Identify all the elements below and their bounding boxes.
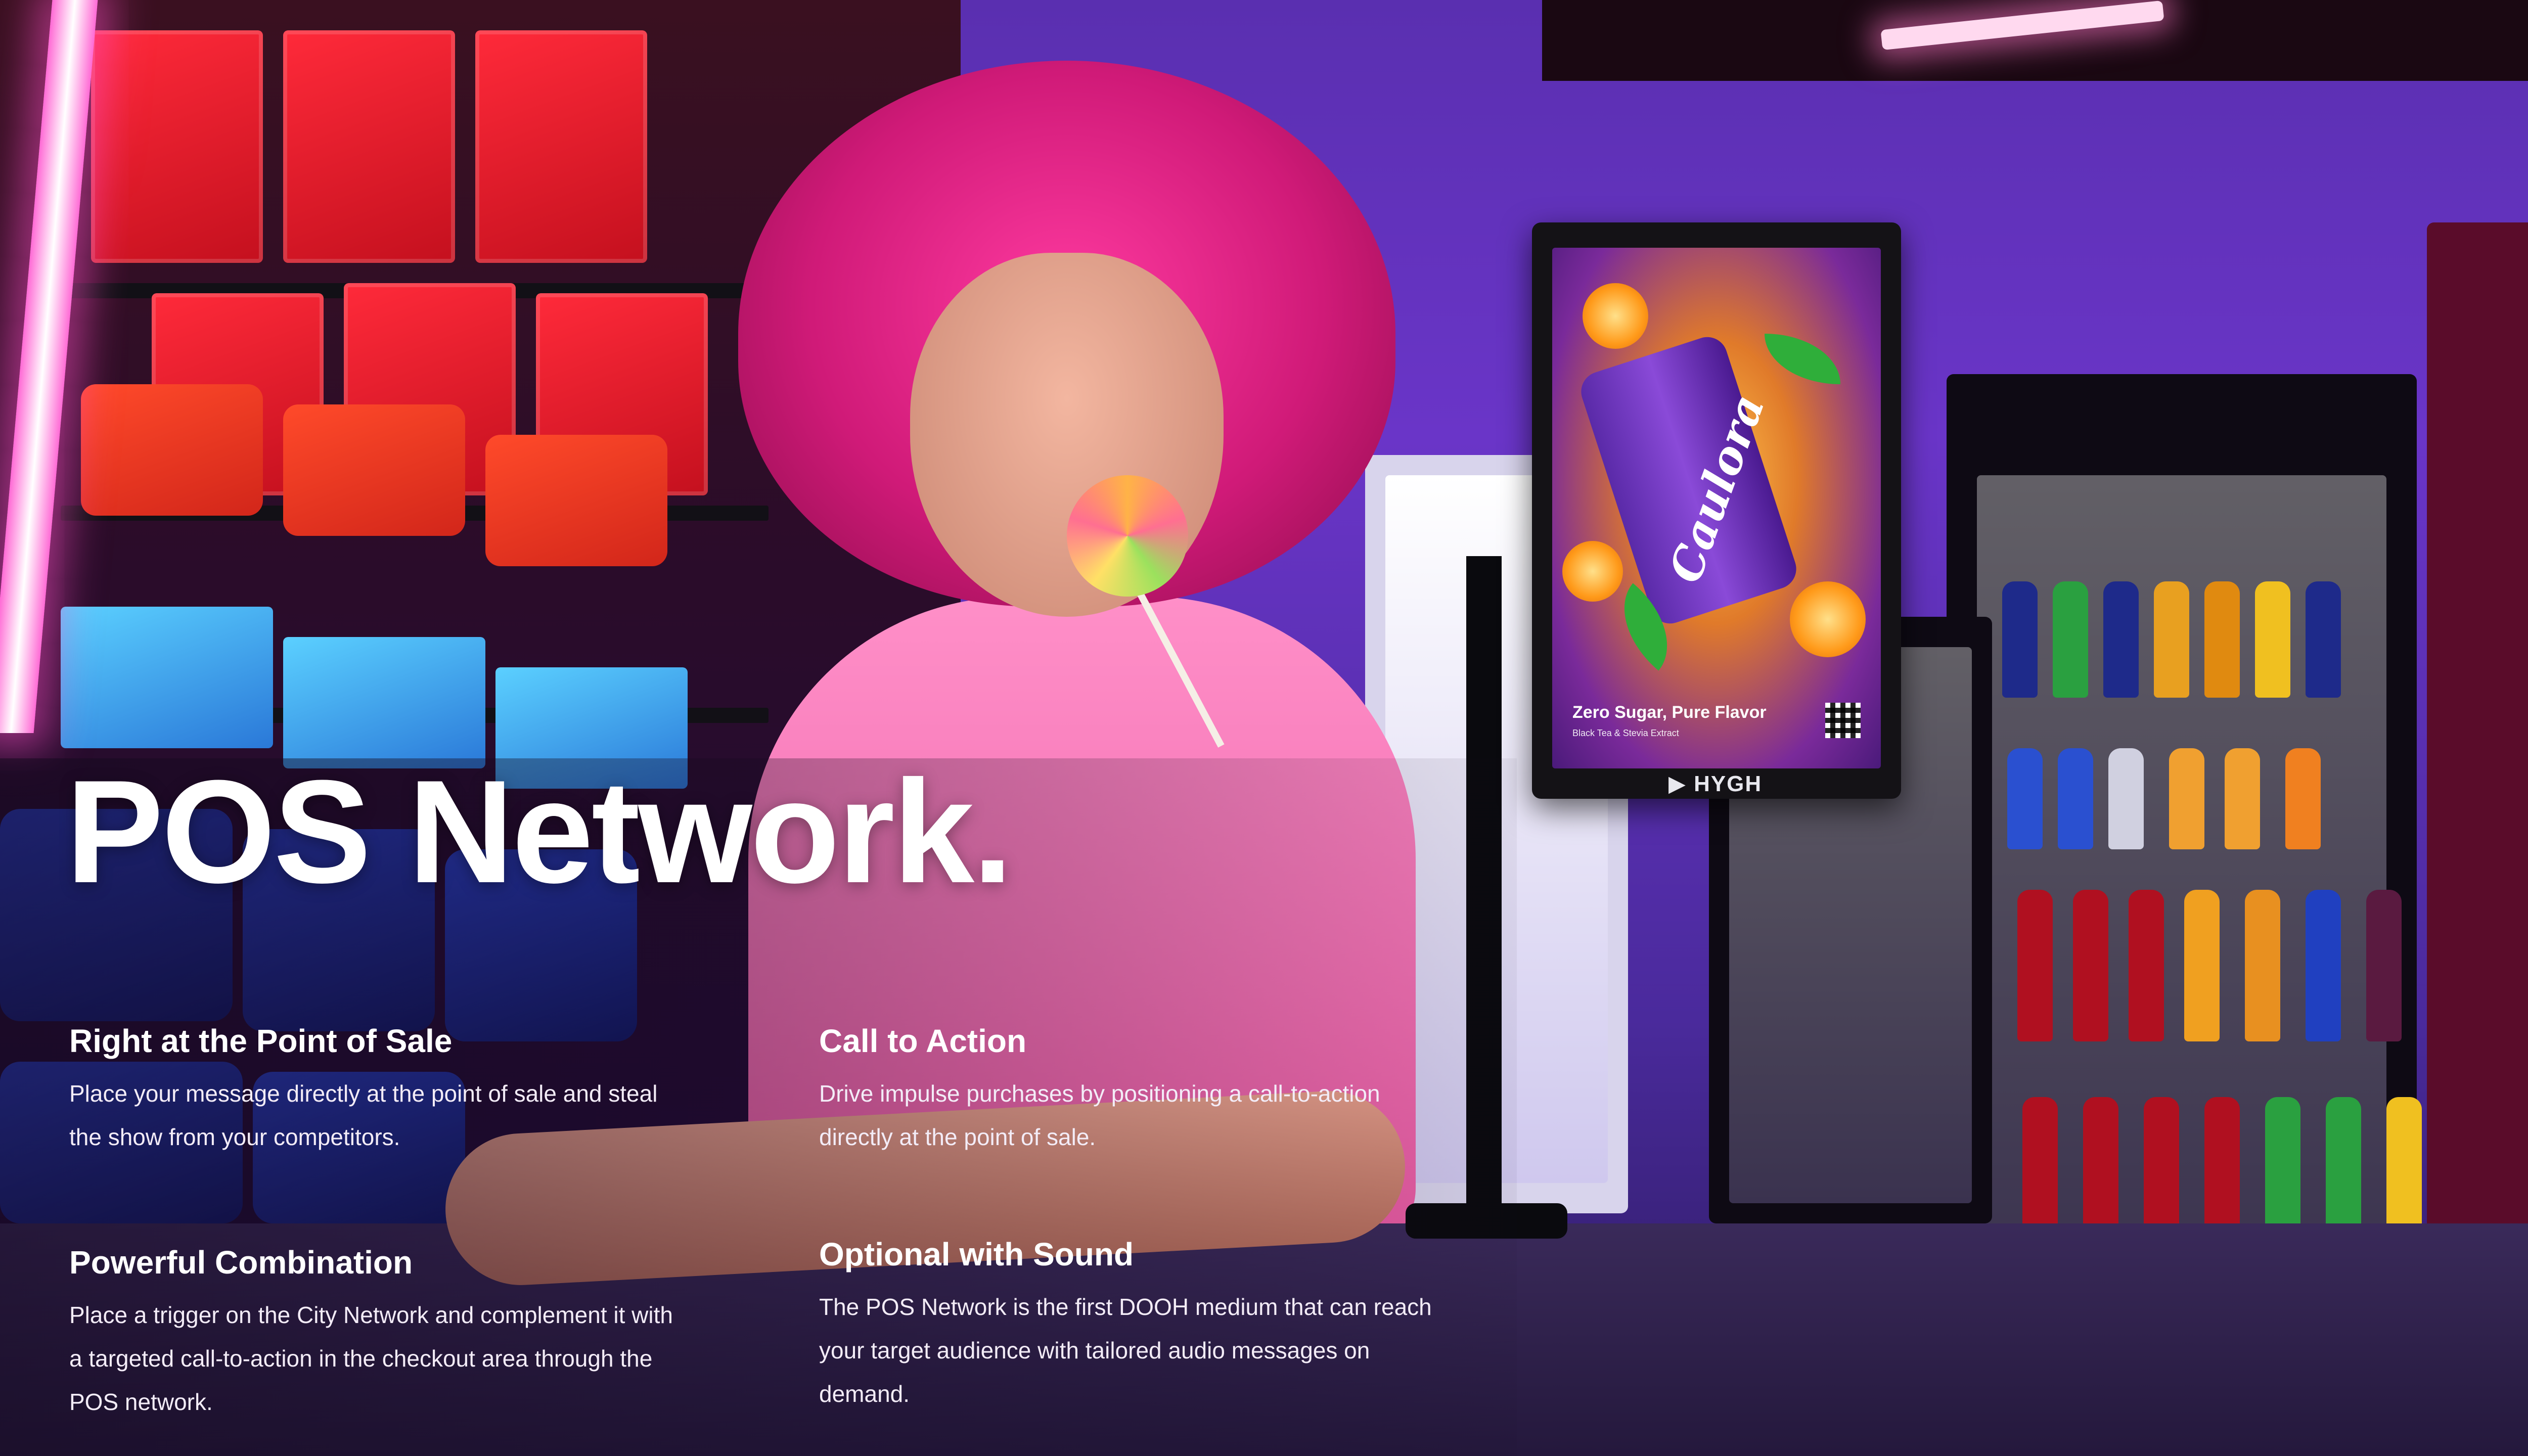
bottle	[2306, 581, 2341, 698]
bottle	[2306, 890, 2341, 1041]
feature-body: The POS Network is the first DOOH medium…	[819, 1294, 1432, 1407]
leaf	[1765, 334, 1840, 384]
can	[2108, 748, 2144, 849]
bottle	[2073, 890, 2108, 1041]
snack-bag	[485, 435, 667, 566]
bottle	[2103, 581, 2139, 698]
feature-title: Optional with Sound	[819, 1236, 1134, 1272]
bottle	[2017, 890, 2053, 1041]
bottle	[2053, 581, 2088, 698]
can	[2058, 748, 2093, 849]
bottle	[2002, 581, 2038, 698]
qr-code-icon	[1825, 703, 1861, 738]
can	[2225, 748, 2260, 849]
cereal-box	[91, 30, 263, 263]
can	[2169, 748, 2204, 849]
pos-screen-ad: Caulora Zero Sugar, Pure Flavor Black Te…	[1552, 248, 1881, 768]
can	[2285, 748, 2321, 849]
page-title: POS Network.	[66, 750, 1013, 914]
bottle	[2366, 890, 2402, 1041]
snack-bag	[283, 404, 465, 536]
lollipop	[1067, 475, 1188, 597]
hygh-logo: ▶ HYGH	[1668, 771, 1763, 796]
orange-slice	[1583, 283, 1648, 349]
ad-subline: Black Tea & Stevia Extract	[1572, 728, 1679, 738]
feature-optional-sound: Optional with Sound The POS Network is t…	[819, 1237, 1436, 1416]
bottle	[2154, 581, 2189, 698]
feature-body: Place your message directly at the point…	[69, 1080, 658, 1151]
feature-point-of-sale: Right at the Point of Sale Place your me…	[69, 1023, 676, 1159]
feature-title: Call to Action	[819, 1023, 1027, 1059]
bottle	[2245, 890, 2280, 1041]
ceiling	[1542, 0, 2528, 81]
orange-slice	[1790, 581, 1866, 657]
feature-call-to-action: Call to Action Drive impulse purchases b…	[819, 1023, 1456, 1159]
snack-box	[61, 607, 273, 748]
feature-body: Drive impulse purchases by positioning a…	[819, 1080, 1380, 1151]
feature-body: Place a trigger on the City Network and …	[69, 1302, 673, 1416]
device-brand: HYGH	[1694, 771, 1763, 796]
feature-powerful-combination: Powerful Combination Place a trigger on …	[69, 1245, 686, 1424]
feature-title: Powerful Combination	[69, 1244, 413, 1281]
bottle	[2129, 890, 2164, 1041]
bottle	[2204, 581, 2240, 698]
bottle	[2184, 890, 2220, 1041]
feature-title: Right at the Point of Sale	[69, 1023, 453, 1059]
can	[2007, 748, 2043, 849]
ad-tagline: Zero Sugar, Pure Flavor	[1572, 703, 1767, 722]
cereal-box	[283, 30, 455, 263]
orange-slice	[1562, 541, 1623, 602]
snack-box	[283, 637, 485, 768]
cereal-box	[475, 30, 647, 263]
bottle	[2255, 581, 2290, 698]
snack-bag	[81, 384, 263, 516]
